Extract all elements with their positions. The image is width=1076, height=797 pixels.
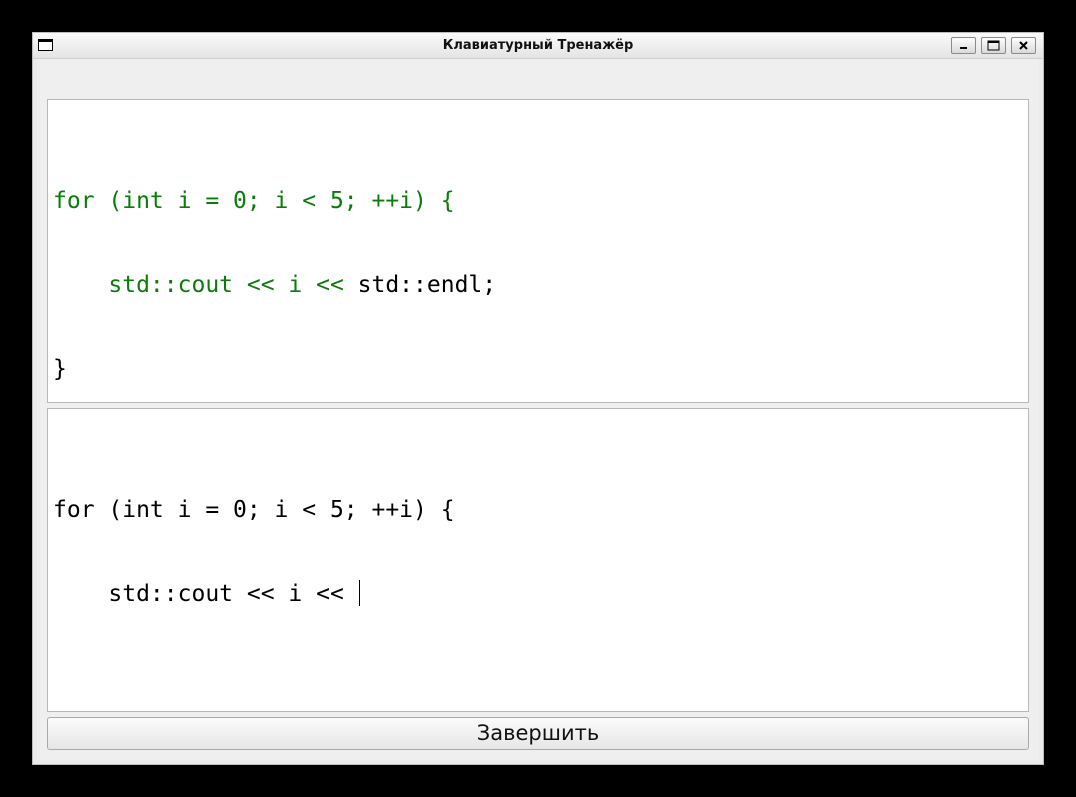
- client-area: for (int i = 0; i < 5; ++i) { std::cout …: [37, 59, 1039, 760]
- target-line: std::cout << i << std::endl;: [53, 271, 496, 299]
- maximize-icon: [987, 40, 1000, 51]
- target-line-typed: for (int i = 0; i < 5; ++i) {: [53, 188, 455, 214]
- target-line: }: [53, 355, 496, 383]
- target-line-rest: }: [53, 356, 67, 382]
- main-window: Клавиатурный Тренажёр for (int i = 0; i …: [32, 32, 1044, 765]
- text-cursor: [358, 580, 360, 606]
- input-line-text: std::cout << i <<: [53, 581, 358, 607]
- input-line: for (int i = 0; i < 5; ++i) {: [53, 497, 455, 523]
- input-line: std::cout << i <<: [53, 580, 455, 608]
- target-line: for (int i = 0; i < 5; ++i) {: [53, 187, 496, 215]
- minimize-icon: [960, 47, 967, 49]
- close-icon: [1019, 41, 1028, 50]
- typing-input-area[interactable]: for (int i = 0; i < 5; ++i) { std::cout …: [47, 408, 1029, 712]
- target-code-panel: for (int i = 0; i < 5; ++i) { std::cout …: [47, 99, 1029, 403]
- target-line-rest: std::endl;: [357, 272, 497, 298]
- finish-button[interactable]: Завершить: [47, 717, 1029, 750]
- target-line-typed: std::cout << i <<: [53, 272, 358, 298]
- title-bar[interactable]: Клавиатурный Тренажёр: [33, 33, 1043, 59]
- input-code[interactable]: for (int i = 0; i < 5; ++i) { std::cout …: [53, 440, 455, 664]
- minimize-button[interactable]: [951, 37, 976, 54]
- maximize-button[interactable]: [981, 37, 1006, 54]
- window-title: Клавиатурный Тренажёр: [442, 38, 634, 53]
- close-button[interactable]: [1011, 37, 1036, 54]
- target-code: for (int i = 0; i < 5; ++i) { std::cout …: [53, 131, 496, 439]
